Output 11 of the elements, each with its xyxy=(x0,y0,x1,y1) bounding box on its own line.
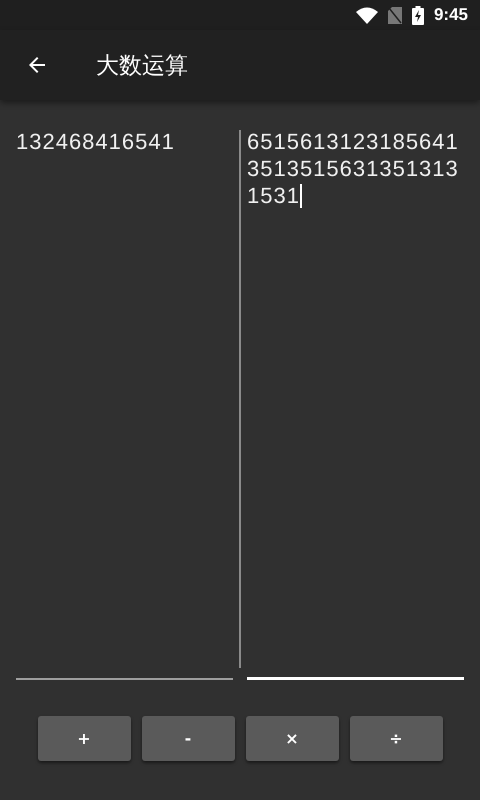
no-sim-icon xyxy=(388,6,402,24)
status-time: 9:45 xyxy=(434,5,468,25)
operator-button[interactable]: × xyxy=(246,716,338,761)
input-field[interactable]: 651561312318564135135156313513131531 xyxy=(247,128,464,680)
operator-button[interactable]: + xyxy=(38,716,130,761)
operator-button[interactable]: ÷ xyxy=(350,716,442,761)
screen-title: 大数运算 xyxy=(96,50,188,80)
input-field[interactable]: 132468416541 xyxy=(16,128,233,680)
operator-button[interactable]: - xyxy=(142,716,234,761)
wifi-icon xyxy=(356,6,378,24)
battery-charging-icon xyxy=(412,6,424,24)
